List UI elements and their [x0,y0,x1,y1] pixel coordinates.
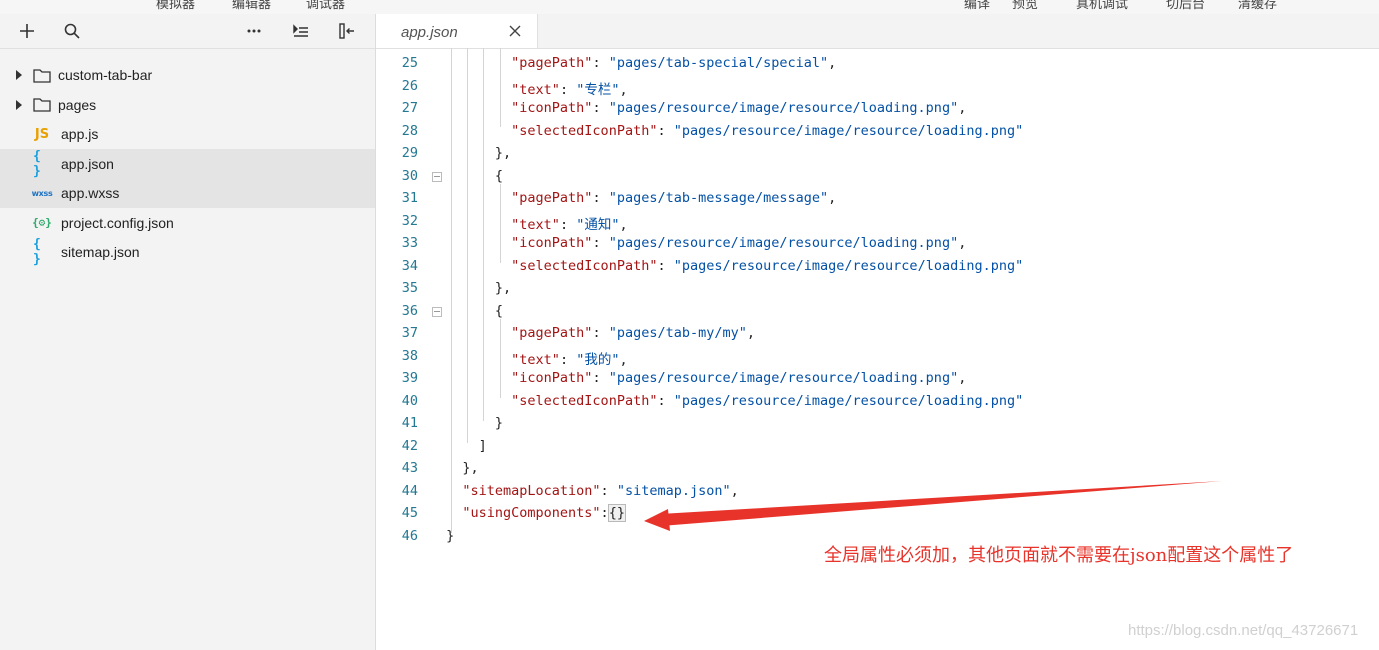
watermark: https://blog.csdn.net/qq_43726671 [1128,622,1359,639]
annotation-text: 全局属性必须加，其他页面就不需要在json配置这个属性了 [824,545,1294,566]
